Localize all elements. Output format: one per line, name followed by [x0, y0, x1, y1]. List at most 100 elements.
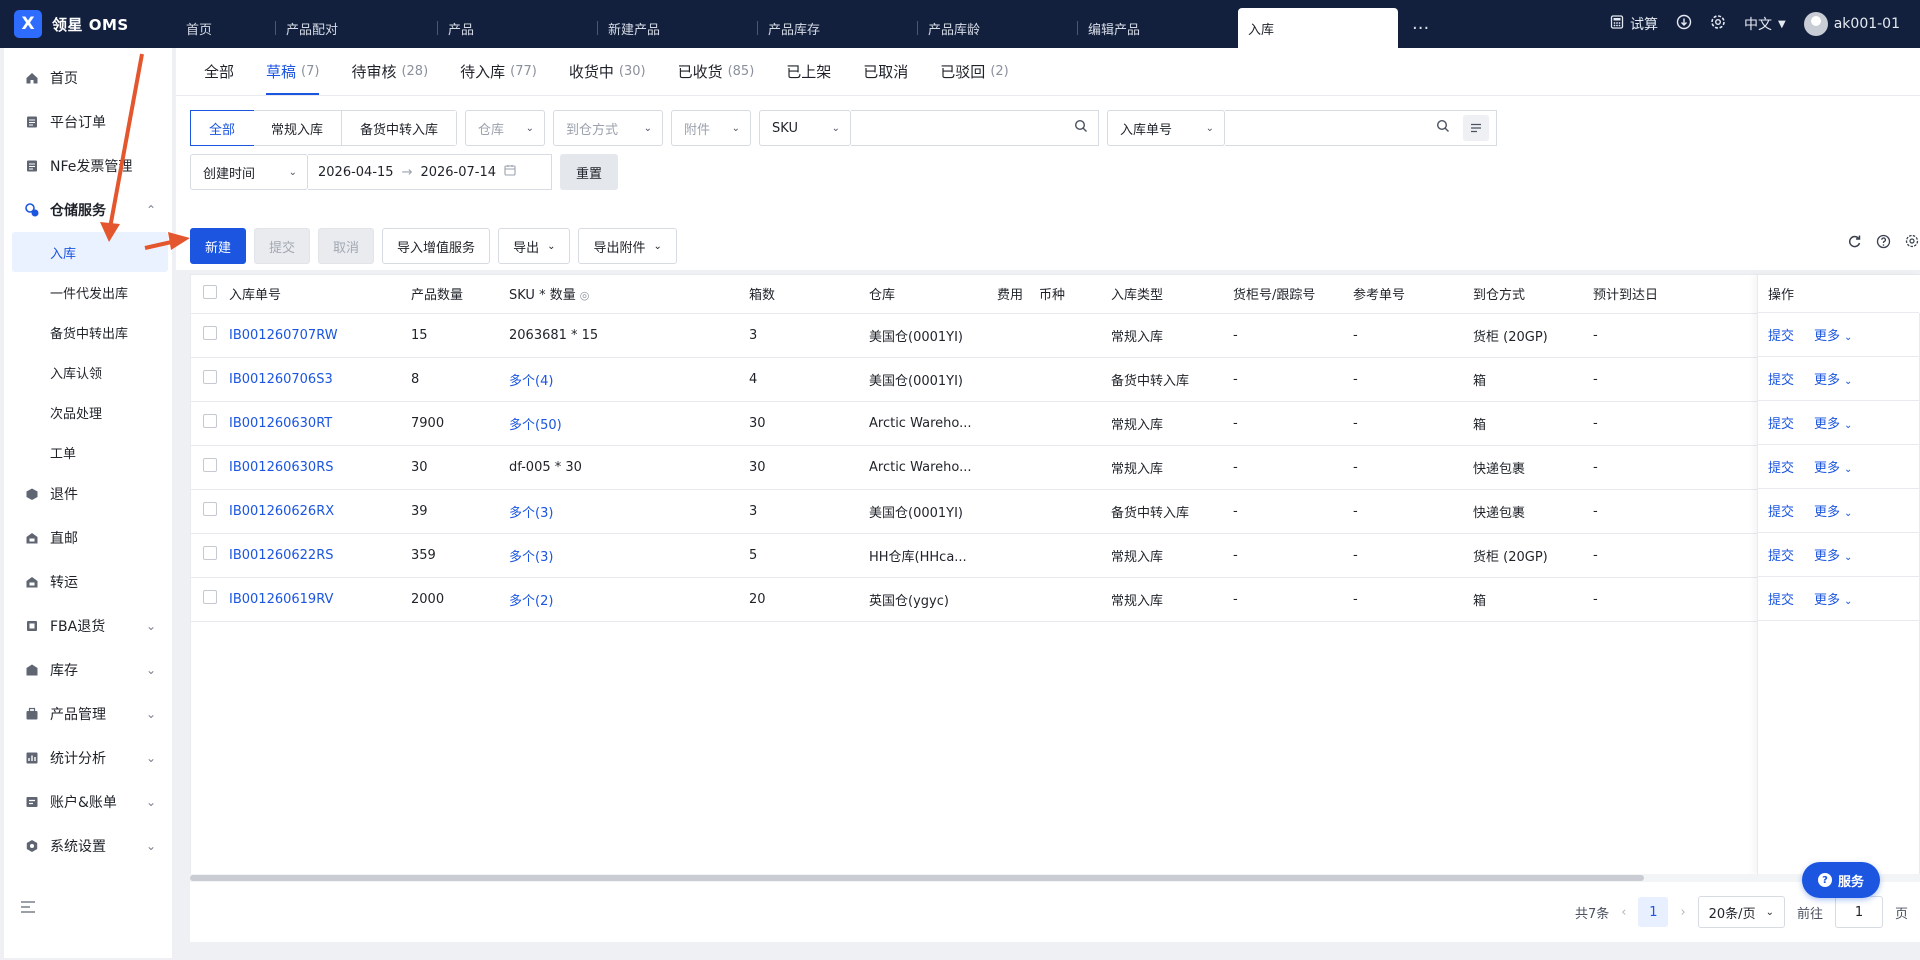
goto-page-input[interactable]: 1: [1834, 896, 1883, 928]
help-icon[interactable]: [1876, 234, 1891, 253]
tab-pending-inbound[interactable]: 待入库 (77): [446, 48, 555, 95]
tab-product-age[interactable]: 产品库龄: [918, 8, 1078, 48]
row-submit-link[interactable]: 提交: [1768, 545, 1794, 564]
sku-field-select[interactable]: SKU ⌄: [759, 110, 852, 146]
sidebar-item-nfe-invoice[interactable]: NFe发票管理: [4, 144, 172, 188]
tab-product-inventory[interactable]: 产品库存: [758, 8, 918, 48]
advanced-filter-icon[interactable]: [1463, 115, 1490, 141]
row-checkbox[interactable]: [203, 458, 217, 472]
page-number-current[interactable]: 1: [1638, 897, 1669, 927]
horizontal-scrollbar[interactable]: [190, 874, 1920, 882]
search-icon[interactable]: [1074, 119, 1088, 137]
row-submit-link[interactable]: 提交: [1768, 501, 1794, 520]
inbound-no-field-select[interactable]: 入库单号 ⌄: [1107, 110, 1226, 146]
date-field-select[interactable]: 创建时间 ⌄: [190, 154, 308, 190]
prev-page-icon[interactable]: ‹: [1621, 905, 1626, 920]
tab-new-product[interactable]: 新建产品: [598, 8, 758, 48]
row-more-dropdown[interactable]: 更多 ⌄: [1814, 501, 1852, 520]
tab-inbound[interactable]: 入库: [1238, 8, 1398, 48]
tab-shelved[interactable]: 已上架: [772, 48, 849, 95]
cell-sku-qty[interactable]: 多个(3): [501, 489, 741, 534]
cell-sku-qty[interactable]: 多个(50): [501, 401, 741, 446]
tab-home[interactable]: 首页: [176, 8, 276, 48]
cell-inbound-no[interactable]: IB001260626RX: [221, 489, 403, 534]
tab-cancelled[interactable]: 已取消: [849, 48, 926, 95]
col-sku-qty[interactable]: SKU * 数量 ◎: [501, 275, 741, 314]
inbound-no-search-input[interactable]: [1225, 110, 1498, 146]
row-submit-link[interactable]: 提交: [1768, 457, 1794, 476]
language-select[interactable]: 中文 ▼: [1744, 14, 1786, 34]
attachment-select[interactable]: 附件 ⌄: [671, 110, 752, 146]
col-inbound-no[interactable]: 入库单号: [221, 275, 403, 314]
service-button[interactable]: ? 服务: [1802, 862, 1880, 898]
arrival-method-select[interactable]: 到仓方式 ⌄: [553, 110, 664, 146]
col-fee[interactable]: 费用: [981, 275, 1031, 314]
sidebar-sub-item-transfer-outbound[interactable]: 备货中转出库: [4, 312, 172, 352]
col-currency[interactable]: 币种: [1031, 275, 1103, 314]
col-warehouse[interactable]: 仓库: [861, 275, 981, 314]
import-value-added-button[interactable]: 导入增值服务: [382, 228, 491, 264]
sidebar-sub-item-work-order[interactable]: 工单: [4, 432, 172, 472]
submit-button[interactable]: 提交: [254, 228, 311, 264]
date-range-picker[interactable]: 2026-04-15 → 2026-07-14: [308, 154, 552, 190]
row-submit-link[interactable]: 提交: [1768, 325, 1794, 344]
sidebar-item-fba-returns[interactable]: FBA退货 ⌄: [4, 604, 172, 648]
row-more-dropdown[interactable]: 更多 ⌄: [1814, 457, 1852, 476]
sidebar-item-statistics[interactable]: 统计分析 ⌄: [4, 736, 172, 780]
sku-search-input[interactable]: [851, 110, 1100, 146]
col-inbound-type[interactable]: 入库类型: [1103, 275, 1225, 314]
row-checkbox[interactable]: [203, 546, 217, 560]
select-all-checkbox[interactable]: [203, 284, 217, 299]
settings-gear-icon[interactable]: [1710, 14, 1726, 34]
sidebar-item-account-billing[interactable]: 账户&账单 ⌄: [4, 780, 172, 824]
row-checkbox[interactable]: [203, 370, 217, 384]
tab-received[interactable]: 已收货 (85): [664, 48, 773, 95]
cell-sku-qty[interactable]: 多个(3): [501, 533, 741, 578]
sidebar-item-direct-mail[interactable]: 直邮: [4, 516, 172, 560]
tab-all[interactable]: 全部: [190, 48, 252, 95]
scrollbar-thumb[interactable]: [190, 875, 1644, 881]
download-icon[interactable]: [1676, 14, 1692, 34]
sidebar-item-inventory[interactable]: 库存 ⌄: [4, 648, 172, 692]
sidebar-item-warehouse-service[interactable]: 仓储服务 ⌃: [4, 188, 172, 232]
sidebar-item-transfer[interactable]: 转运: [4, 560, 172, 604]
sidebar-item-returns[interactable]: 退件: [4, 472, 172, 516]
export-dropdown-button[interactable]: 导出 ⌄: [498, 228, 571, 264]
row-more-dropdown[interactable]: 更多 ⌄: [1814, 413, 1852, 432]
export-attachment-dropdown-button[interactable]: 导出附件 ⌄: [578, 228, 677, 264]
collapse-menu-icon[interactable]: [20, 899, 36, 918]
cell-inbound-no[interactable]: IB001260630RT: [221, 401, 403, 446]
type-regular-button[interactable]: 常规入库: [253, 111, 343, 145]
sidebar-sub-item-defect-handling[interactable]: 次品处理: [4, 392, 172, 432]
app-logo[interactable]: X 领星 OMS: [0, 10, 176, 38]
cell-inbound-no[interactable]: IB001260630RS: [221, 445, 403, 490]
col-arrival-method[interactable]: 到仓方式: [1465, 275, 1585, 314]
search-icon[interactable]: [1436, 119, 1450, 137]
new-button[interactable]: 新建: [190, 228, 247, 264]
col-product-qty[interactable]: 产品数量: [403, 275, 501, 314]
col-reference-no[interactable]: 参考单号: [1345, 275, 1465, 314]
col-container-tracking[interactable]: 货柜号/跟踪号: [1225, 275, 1345, 314]
user-menu[interactable]: ak001-01: [1803, 12, 1900, 36]
sidebar-sub-item-inbound[interactable]: 入库: [12, 232, 168, 272]
tab-product[interactable]: 产品: [438, 8, 598, 48]
row-checkbox[interactable]: [203, 590, 217, 604]
sidebar-item-product-management[interactable]: 产品管理 ⌄: [4, 692, 172, 736]
sidebar-sub-item-dropship-outbound[interactable]: 一件代发出库: [4, 272, 172, 312]
cell-inbound-no[interactable]: IB001260619RV: [221, 577, 403, 622]
tab-rejected[interactable]: 已驳回 (2): [926, 48, 1026, 95]
tab-product-pairing[interactable]: 产品配对: [276, 8, 438, 48]
row-more-dropdown[interactable]: 更多 ⌄: [1814, 589, 1852, 608]
row-submit-link[interactable]: 提交: [1768, 589, 1794, 608]
sidebar-item-system-settings[interactable]: 系统设置 ⌄: [4, 824, 172, 868]
cell-inbound-no[interactable]: IB001260706S3: [221, 357, 403, 402]
cancel-button[interactable]: 取消: [318, 228, 375, 264]
refresh-icon[interactable]: [1847, 234, 1862, 253]
column-settings-icon[interactable]: [1905, 234, 1920, 253]
tab-edit-product[interactable]: 编辑产品: [1078, 8, 1238, 48]
warehouse-select[interactable]: 仓库 ⌄: [465, 110, 546, 146]
tab-receiving[interactable]: 收货中 (30): [555, 48, 664, 95]
col-eta[interactable]: 预计到达日: [1585, 275, 1715, 314]
reset-button[interactable]: 重置: [560, 154, 619, 190]
page-size-select[interactable]: 20条/页 ⌄: [1697, 896, 1785, 928]
